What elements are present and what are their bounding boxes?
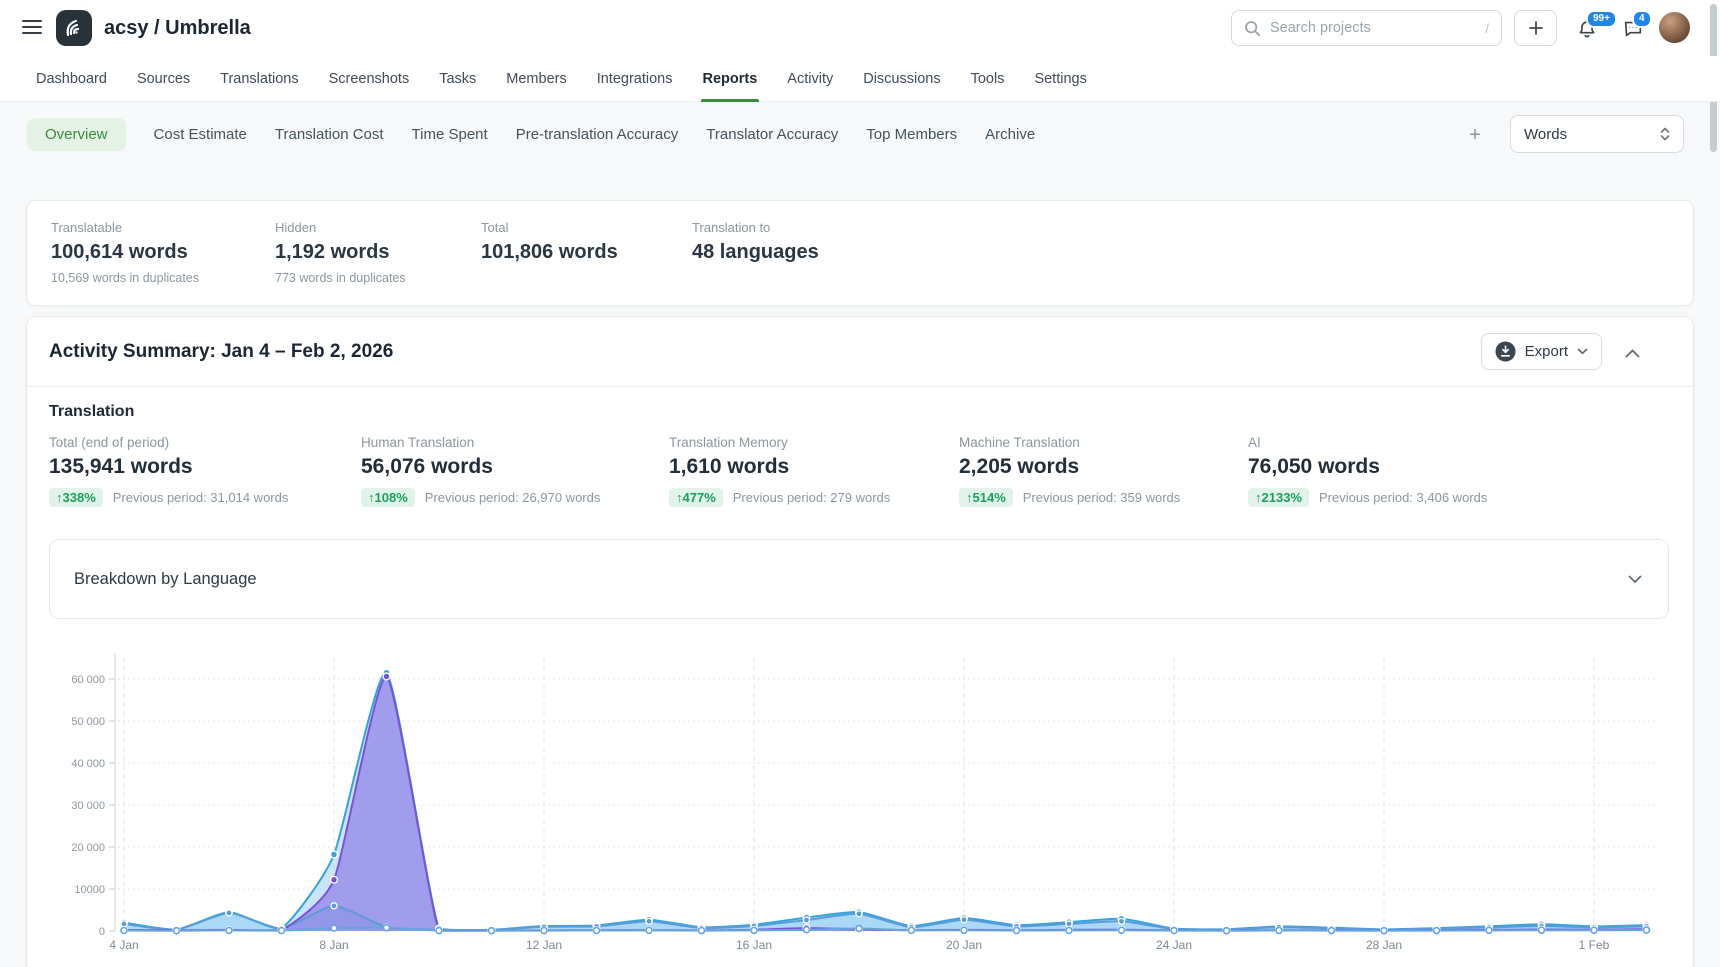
svg-text:30 000: 30 000	[71, 800, 105, 812]
svg-text:1 Feb: 1 Feb	[1579, 938, 1610, 952]
svg-text:28 Jan: 28 Jan	[1366, 938, 1402, 952]
nav-item-tools[interactable]: Tools	[971, 56, 1005, 101]
svg-text:12 Jan: 12 Jan	[526, 938, 562, 952]
search-input[interactable]: Search projects /	[1231, 10, 1502, 46]
change-badge: ↑514%	[959, 488, 1013, 507]
user-avatar[interactable]	[1659, 12, 1690, 43]
search-icon	[1244, 20, 1261, 37]
search-shortcut-hint: /	[1485, 21, 1489, 36]
tab-archive[interactable]: Archive	[985, 126, 1035, 143]
change-badge: ↑477%	[669, 488, 723, 507]
chevron-up-icon	[1625, 349, 1640, 358]
metric-ai: AI 76,050 words ↑2133%Previous period: 3…	[1248, 435, 1487, 507]
search-placeholder: Search projects	[1270, 20, 1476, 36]
nav-item-screenshots[interactable]: Screenshots	[329, 56, 410, 101]
metric-translation-memory: Translation Memory 1,610 words ↑477%Prev…	[669, 435, 890, 507]
create-button[interactable]	[1514, 10, 1557, 46]
activity-chart: 0 10000 20 000 30 000 40 000 50 000 60 000 4 Ja…	[27, 631, 1695, 967]
nav-item-activity[interactable]: Activity	[787, 56, 833, 101]
export-label: Export	[1525, 343, 1568, 360]
nav-item-translations[interactable]: Translations	[220, 56, 298, 101]
stat-hidden: Hidden 1,192 words 773 words in duplicat…	[275, 220, 481, 305]
menu-icon[interactable]	[22, 19, 42, 35]
messages-button[interactable]: 4	[1618, 14, 1648, 44]
stat-translation-to: Translation to 48 languages	[692, 220, 819, 305]
tab-cost-estimate[interactable]: Cost Estimate	[154, 126, 247, 143]
svg-text:16 Jan: 16 Jan	[736, 938, 772, 952]
project-nav: Dashboard Sources Translations Screensho…	[0, 56, 1720, 102]
metric-machine-translation: Machine Translation 2,205 words ↑514%Pre…	[959, 435, 1180, 507]
notifications-badge: 99+	[1586, 10, 1617, 28]
report-tabs: Overview Cost Estimate Translation Cost …	[0, 108, 1720, 160]
topbar: acsy / Umbrella Search projects / 99+ 4	[0, 0, 1720, 56]
svg-text:40 000: 40 000	[71, 758, 105, 770]
word-stats-card: Translatable 100,614 words 10,569 words …	[26, 200, 1694, 306]
nav-item-sources[interactable]: Sources	[137, 56, 190, 101]
nav-item-tasks[interactable]: Tasks	[439, 56, 476, 101]
nav-item-settings[interactable]: Settings	[1034, 56, 1086, 101]
translation-metrics: Total (end of period) 135,941 words ↑338…	[27, 435, 1693, 531]
translation-activity-chart: 0 10000 20 000 30 000 40 000 50 000 60 000 4 Ja…	[27, 631, 1695, 967]
change-badge: ↑338%	[49, 488, 103, 507]
svg-text:0: 0	[99, 926, 105, 938]
tab-time-spent[interactable]: Time Spent	[412, 126, 488, 143]
tab-translation-cost[interactable]: Translation Cost	[275, 126, 384, 143]
tab-translator-accuracy[interactable]: Translator Accuracy	[706, 126, 838, 143]
activity-header: Activity Summary: Jan 4 – Feb 2, 2026 Ex…	[27, 317, 1693, 387]
breakdown-by-language-toggle[interactable]: Breakdown by Language	[49, 539, 1669, 619]
svg-text:20 000: 20 000	[71, 842, 105, 854]
caret-down-icon	[1577, 348, 1588, 355]
nav-item-integrations[interactable]: Integrations	[597, 56, 673, 101]
project-logo[interactable]	[56, 10, 92, 46]
unit-select-value: Words	[1524, 126, 1567, 143]
activity-title: Activity Summary: Jan 4 – Feb 2, 2026	[49, 317, 393, 387]
download-circle-icon	[1495, 341, 1516, 362]
metric-human-translation: Human Translation 56,076 words ↑108%Prev…	[361, 435, 600, 507]
nav-item-discussions[interactable]: Discussions	[863, 56, 940, 101]
svg-text:24 Jan: 24 Jan	[1156, 938, 1192, 952]
tab-overview[interactable]: Overview	[27, 118, 126, 151]
svg-text:10000: 10000	[74, 884, 105, 896]
add-report-tab-button[interactable]: +	[1464, 124, 1486, 146]
tab-top-members[interactable]: Top Members	[866, 126, 957, 143]
nav-item-members[interactable]: Members	[506, 56, 566, 101]
chevron-down-icon	[1628, 575, 1642, 584]
svg-text:50 000: 50 000	[71, 716, 105, 728]
svg-text:4 Jan: 4 Jan	[109, 938, 138, 952]
nav-item-reports[interactable]: Reports	[703, 56, 758, 101]
tab-pre-translation-accuracy[interactable]: Pre-translation Accuracy	[516, 126, 679, 143]
activity-summary-card: Activity Summary: Jan 4 – Feb 2, 2026 Ex…	[26, 316, 1694, 967]
page-title: acsy / Umbrella	[104, 0, 251, 56]
notifications-button[interactable]: 99+	[1572, 14, 1602, 44]
stat-translatable: Translatable 100,614 words 10,569 words …	[51, 220, 275, 305]
change-badge: ↑108%	[361, 488, 415, 507]
select-arrows-icon	[1660, 127, 1670, 141]
logo-swirl-icon	[62, 16, 86, 40]
nav-item-dashboard[interactable]: Dashboard	[36, 56, 107, 101]
messages-badge: 4	[1632, 10, 1652, 28]
translation-section-title: Translation	[49, 403, 134, 421]
export-button[interactable]: Export	[1481, 333, 1602, 370]
svg-text:20 Jan: 20 Jan	[946, 938, 982, 952]
plus-icon	[1528, 20, 1544, 36]
stat-total: Total 101,806 words	[481, 220, 692, 305]
svg-text:8 Jan: 8 Jan	[319, 938, 348, 952]
unit-select[interactable]: Words	[1510, 115, 1684, 153]
breakdown-label: Breakdown by Language	[74, 570, 257, 589]
collapse-section-button[interactable]	[1620, 341, 1644, 365]
metric-total: Total (end of period) 135,941 words ↑338…	[49, 435, 288, 507]
svg-text:60 000: 60 000	[71, 674, 105, 686]
change-badge: ↑2133%	[1248, 488, 1309, 507]
